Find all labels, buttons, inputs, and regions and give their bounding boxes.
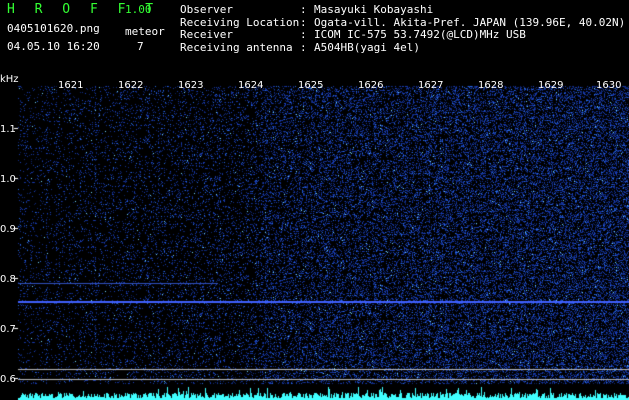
time-tick-label: 1624 xyxy=(238,80,264,91)
freq-tick-label: 1.0 xyxy=(0,174,16,185)
freq-tick-label: 0.7 xyxy=(0,324,16,335)
freq-tick-label: 0.6 xyxy=(0,374,16,385)
freq-tick-label: 0.9 xyxy=(0,224,16,235)
info-value: A504HB(yagi 4el) xyxy=(314,40,420,54)
file-name: 0405101620.png xyxy=(7,22,100,35)
info-key: Observer xyxy=(180,3,233,16)
time-tick-label: 1622 xyxy=(118,80,144,91)
meteor-label: meteor xyxy=(125,25,165,38)
time-tick-label: 1628 xyxy=(478,80,504,91)
time-tick-label: 1621 xyxy=(58,80,84,91)
file-datetime: 04.05.10 16:20 xyxy=(7,40,100,53)
time-tick-label: 1630 xyxy=(596,80,622,91)
meteor-count: 7 xyxy=(137,40,144,53)
info-row-receiver: Receiver: ICOM IC-575 53.7492(@LCD)MHz U… xyxy=(180,28,526,41)
info-row-observer: Observer: Masayuki Kobayashi xyxy=(180,3,434,16)
spectrogram-canvas xyxy=(0,76,629,400)
freq-unit-label: kHz xyxy=(0,74,19,85)
station-info: Observer: Masayuki Kobayashi Receiving L… xyxy=(180,3,625,54)
time-tick-label: 1625 xyxy=(298,80,324,91)
time-tick-label: 1629 xyxy=(538,80,564,91)
info-row-antenna: Receiving antenna: A504HB(yagi 4el) xyxy=(180,40,420,54)
freq-tick-label: 1.1 xyxy=(0,124,16,135)
time-tick-label: 1626 xyxy=(358,80,384,91)
freq-tick-label: 0.8 xyxy=(0,274,16,285)
time-tick-label: 1627 xyxy=(418,80,444,91)
info-key: Receiver xyxy=(180,28,233,41)
info-value: Masayuki Kobayashi xyxy=(314,3,434,16)
app-version: 1.00 xyxy=(125,3,152,16)
time-tick-label: 1623 xyxy=(178,80,204,91)
info-value: ICOM IC-575 53.7492(@LCD)MHz USB xyxy=(314,28,526,41)
header-panel: H R O F F T 1.00 0405101620.png meteor 0… xyxy=(0,0,629,76)
info-key: Receiving antenna xyxy=(180,40,293,54)
